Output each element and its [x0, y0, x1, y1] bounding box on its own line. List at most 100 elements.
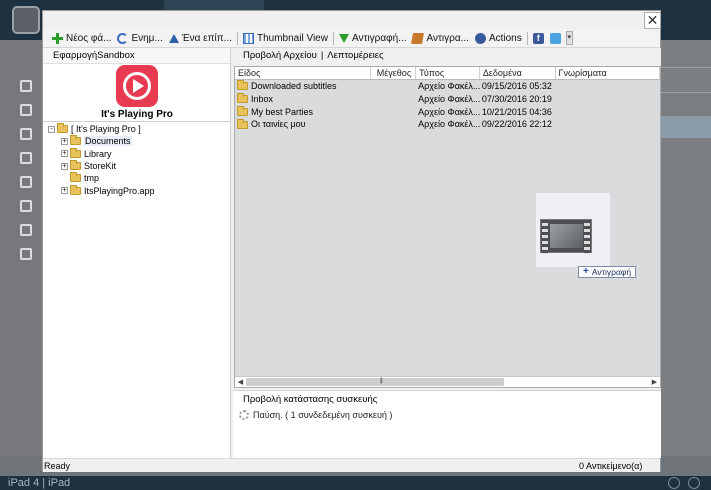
tree-item-library[interactable]: + Library: [43, 147, 231, 160]
column-header-size[interactable]: Μέγεθος: [371, 67, 417, 79]
item-count: 0 Αντικείμενο(α): [579, 461, 643, 471]
folder-tree: - [ It's Playing Pro ] + Documents + Lib…: [43, 121, 231, 458]
thumbnail-view-button[interactable]: Thumbnail View: [240, 30, 331, 47]
device-status-text: Παύση. ( 1 συνδεδεμένη συσκευή ): [253, 410, 393, 420]
scrollbar-grip: |||: [380, 378, 383, 384]
column-headers: Είδος Μέγεθος Τύπος Δεδομένα Γνωρίσματα: [235, 67, 660, 80]
folder-icon: [70, 172, 81, 183]
up-level-button[interactable]: Ένα επίπ...: [166, 30, 235, 47]
scroll-left-icon[interactable]: ◀: [236, 378, 245, 387]
folder-icon: [70, 135, 81, 146]
row-divider: [660, 92, 711, 93]
device-status-title: Προβολή κατάστασης συσκευής: [243, 394, 378, 405]
table-row[interactable]: Οι ταινίες μου Αρχείο Φακέλ... 09/22/201…: [235, 118, 660, 131]
plus-icon: +: [583, 266, 589, 277]
apps-icon[interactable]: [20, 80, 32, 92]
tree-item-app-bundle[interactable]: + ItsPlayingPro.app: [43, 184, 231, 196]
sandbox-dialog: ✕ Νέος φά... Ενημ... Ένα επίπ... Thumbna…: [42, 10, 661, 472]
copy-to-pc-button[interactable]: Αντιγραφή...: [336, 30, 410, 47]
tab-separator: |: [320, 50, 324, 61]
folder-icon: [57, 123, 68, 134]
toolbar: Νέος φά... Ενημ... Ένα επίπ... Thumbnail…: [43, 29, 660, 48]
app-sidebar: [0, 40, 42, 456]
file-panel: Προβολή Αρχείου | Λεπτομέρειες Είδος Μέγ…: [233, 48, 661, 458]
settings-icon[interactable]: [20, 128, 32, 140]
app-content-background: [660, 40, 711, 456]
app-footer: iPad 4 | iPad: [0, 476, 711, 490]
facebook-icon[interactable]: [668, 477, 680, 489]
toolbar-overflow-button[interactable]: ▾: [565, 31, 573, 45]
storage-icon[interactable]: [20, 248, 32, 260]
folder-icon: [237, 80, 248, 91]
device-label: iPad 4 | iPad: [8, 477, 71, 489]
facebook-icon: f: [532, 32, 544, 44]
refresh-button[interactable]: Ενημ...: [114, 30, 165, 47]
up-level-icon: [168, 33, 179, 43]
tree-item-tmp[interactable]: tmp: [43, 172, 231, 184]
app-logo: [12, 6, 40, 34]
copy-to-pc-icon: [338, 33, 349, 43]
tree-item-documents[interactable]: + Documents: [43, 135, 231, 147]
folder-icon: [237, 105, 248, 116]
photos-icon[interactable]: [20, 104, 32, 116]
device-status-panel: Προβολή κατάστασης συσκευής Παύση. ( 1 σ…: [233, 390, 661, 458]
twitter-icon[interactable]: [688, 477, 700, 489]
app-name: It's Playing Pro: [101, 109, 173, 120]
web-icon[interactable]: [20, 200, 32, 212]
scrollbar-thumb[interactable]: |||: [246, 378, 504, 386]
copy-from-pc-icon: [411, 32, 425, 44]
actions-button[interactable]: Actions: [472, 30, 525, 47]
calendar-icon[interactable]: [20, 224, 32, 236]
tab-file-view[interactable]: Προβολή Αρχείου: [243, 48, 317, 63]
loading-spinner-icon: [239, 410, 249, 420]
new-folder-icon: [52, 32, 63, 44]
video-frame: [550, 224, 583, 248]
table-row[interactable]: My best Parties Αρχείο Φακέλ... 10/21/20…: [235, 105, 660, 119]
view-tabs: Προβολή Αρχείου | Λεπτομέρειες: [233, 48, 661, 63]
folder-icon: [70, 160, 81, 171]
twitter-icon: [549, 32, 561, 44]
copy-from-pc-button[interactable]: Αντιγρα...: [409, 30, 471, 47]
tree-item-root[interactable]: - [ It's Playing Pro ]: [43, 123, 231, 135]
app-icon: [116, 65, 158, 107]
video-file-icon: [540, 219, 592, 254]
expand-icon[interactable]: +: [61, 137, 68, 145]
scroll-right-icon[interactable]: ▶: [650, 378, 659, 387]
toolbar-separator: [526, 31, 528, 45]
toolbar-separator: [237, 31, 238, 45]
drag-copy-tooltip: + Αντιγραφή: [578, 266, 637, 278]
play-icon: [133, 79, 144, 93]
sandbox-panel-title: ΕφαρμογήSandbox: [43, 48, 230, 64]
status-bar: Ready 0 Αντικείμενο(α): [43, 458, 660, 472]
expand-icon[interactable]: +: [61, 150, 68, 158]
facebook-share-button[interactable]: f: [530, 30, 547, 47]
collapse-icon[interactable]: -: [48, 125, 55, 133]
table-row[interactable]: Downloaded subtitles Αρχείο Φακέλ... 09/…: [235, 80, 660, 93]
tree-item-storekit[interactable]: + StoreKit: [43, 160, 231, 172]
refresh-icon: [117, 32, 129, 44]
tools-icon[interactable]: [20, 176, 32, 188]
twitter-share-button[interactable]: [547, 30, 564, 47]
music-icon[interactable]: [20, 152, 32, 164]
sandbox-panel: ΕφαρμογήSandbox It's Playing Pro - [ It'…: [43, 48, 231, 458]
column-header-date[interactable]: Δεδομένα: [480, 67, 556, 79]
expand-icon[interactable]: +: [61, 162, 68, 170]
actions-icon: [474, 32, 486, 44]
folder-icon: [70, 184, 81, 195]
dragged-video-thumbnail: [536, 193, 610, 267]
horizontal-scrollbar[interactable]: ◀ ||| ▶: [235, 376, 660, 387]
toolbar-separator: [332, 31, 334, 45]
folder-icon: [70, 147, 81, 158]
column-header-attributes[interactable]: Γνωρίσματα: [556, 67, 660, 79]
new-folder-button[interactable]: Νέος φά...: [49, 30, 114, 47]
column-header-name[interactable]: Είδος: [235, 67, 372, 79]
device-status-line: Παύση. ( 1 συνδεδεμένη συσκευή ): [233, 410, 661, 420]
close-button[interactable]: ✕: [644, 12, 661, 29]
expand-icon[interactable]: +: [61, 187, 68, 195]
highlighted-row: [660, 116, 711, 138]
tab-details[interactable]: Λεπτομέρειες: [327, 48, 383, 63]
status-ready: Ready: [44, 461, 71, 471]
row-divider: [660, 67, 711, 68]
column-header-type[interactable]: Τύπος: [416, 67, 480, 79]
table-row[interactable]: Inbox Αρχείο Φακέλ... 07/30/2016 20:19: [235, 93, 660, 106]
